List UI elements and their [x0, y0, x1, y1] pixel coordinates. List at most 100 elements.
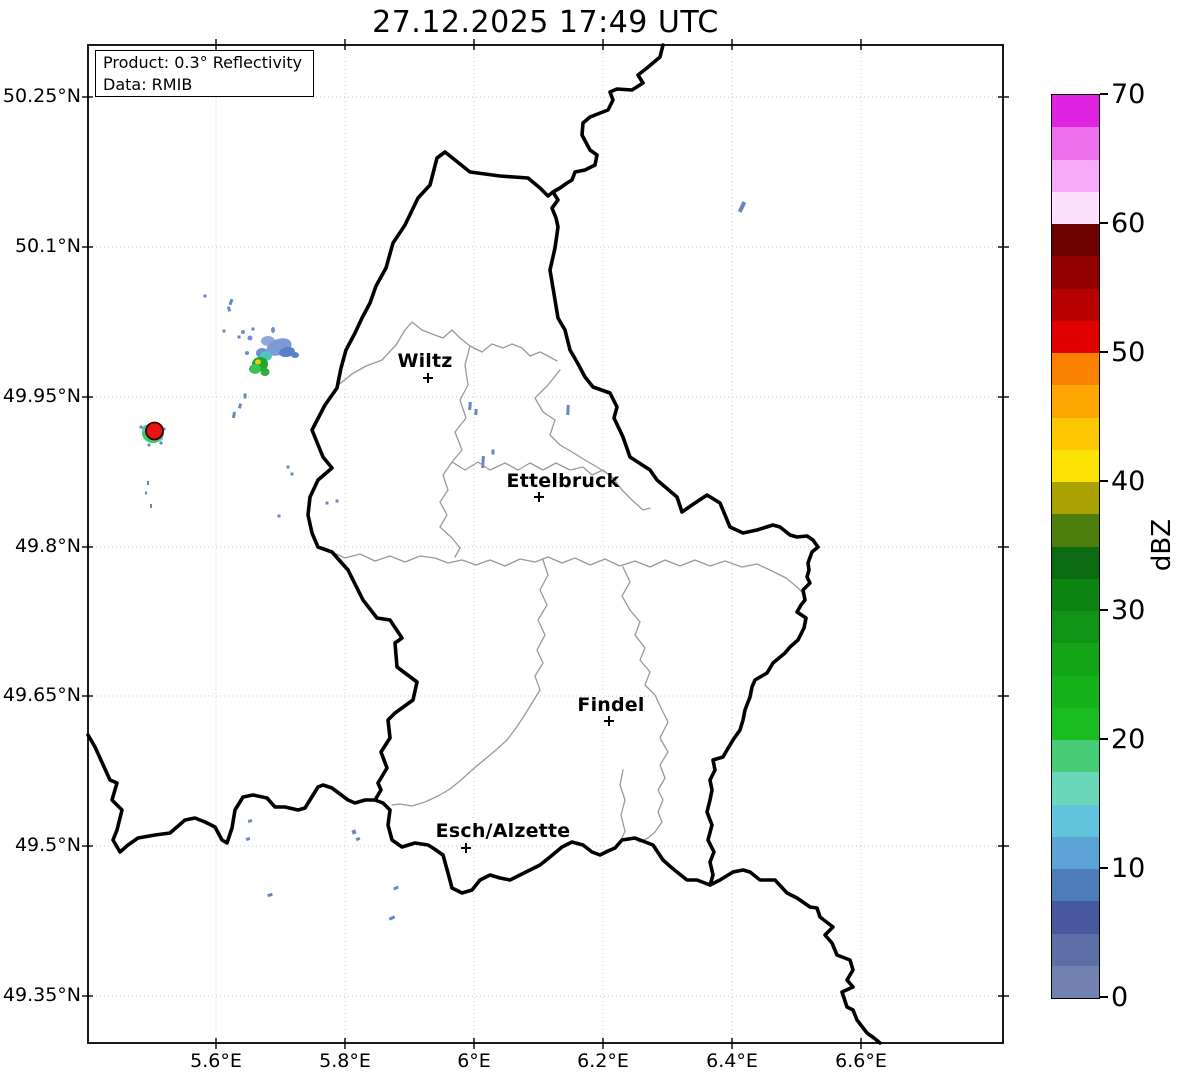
- colorbar-band: [1052, 933, 1099, 966]
- colorbar-band: [1052, 191, 1099, 224]
- data-source-line: Data: RMIB: [103, 75, 193, 95]
- radar-echo-speck: [290, 472, 294, 476]
- colorbar-tick: [1100, 996, 1108, 998]
- product-info-box: Product: 0.3° Reflectivity Data: RMIB: [95, 50, 314, 97]
- colorbar-unit-label: dBZ: [1147, 518, 1177, 572]
- lat-tick-label: 49.5°N: [14, 834, 81, 856]
- radar-echo-speck: [286, 465, 290, 469]
- radar-echo-speck: [145, 491, 147, 495]
- radar-echo-speck: [237, 403, 243, 409]
- colorbar-band: [1052, 965, 1099, 998]
- district-border: [331, 551, 804, 594]
- radar-echo-speck: [243, 393, 247, 399]
- colorbar-band: [1052, 675, 1099, 708]
- radar-echo-speck: [251, 327, 255, 331]
- colorbar-band: [1052, 159, 1099, 192]
- radar-echo-speck: [226, 306, 232, 312]
- radar-echo-cell: [241, 330, 245, 334]
- colorbar-band: [1052, 611, 1099, 644]
- lon-tick-label: 6°E: [457, 1050, 491, 1072]
- colorbar-band: [1052, 482, 1099, 515]
- radar-figure: 27.12.2025 17:49 UTC Product: 0.3° Refle…: [0, 0, 1184, 1081]
- radar-echo-cell: [291, 352, 299, 358]
- radar-echo-cell: [245, 351, 249, 355]
- lon-tick-label: 6.6°E: [835, 1050, 887, 1072]
- colorbar-tick: [1100, 609, 1108, 611]
- city-label: Wiltz: [397, 350, 453, 372]
- colorbar-tick: [1100, 351, 1108, 353]
- colorbar-band: [1052, 95, 1099, 128]
- district-border: [439, 345, 471, 558]
- radar-echo-speck: [147, 481, 149, 485]
- colorbar-band: [1052, 353, 1099, 386]
- radar-echo-speck: [247, 819, 253, 823]
- colorbar-band: [1052, 772, 1099, 805]
- lat-tick-label: 50.25°N: [2, 85, 81, 107]
- radar-site-speckle: [159, 441, 163, 445]
- radar-echo-speck: [566, 404, 570, 416]
- colorbar-band: [1052, 546, 1099, 579]
- colorbar-tick: [1100, 222, 1108, 224]
- colorbar-band: [1052, 417, 1099, 450]
- radar-echo-speck: [228, 298, 234, 306]
- colorbar-tick: [1100, 738, 1108, 740]
- lon-tick-label: 5.8°E: [319, 1050, 371, 1072]
- radar-echo-cell: [247, 335, 253, 341]
- colorbar-band: [1052, 449, 1099, 482]
- border-france-germany: [708, 868, 882, 1045]
- colorbar-band: [1052, 320, 1099, 353]
- radar-echo-speck: [150, 504, 152, 508]
- colorbar-tick-label: 30: [1111, 595, 1146, 626]
- colorbar-band: [1052, 643, 1099, 676]
- radar-echo-speck: [203, 294, 207, 298]
- city-label: Ettelbruck: [506, 470, 620, 492]
- colorbar-tick: [1100, 480, 1108, 482]
- radar-echo-speck: [393, 885, 399, 891]
- lat-tick-label: 49.8°N: [14, 535, 81, 557]
- radar-echo-speck: [491, 449, 495, 455]
- city-label: Esch/Alzette: [435, 820, 571, 842]
- colorbar-band: [1052, 578, 1099, 611]
- radar-echo-speck: [237, 335, 241, 339]
- lon-tick-label: 6.2°E: [577, 1050, 629, 1072]
- radar-echo-speck: [245, 837, 251, 841]
- radar-echo-cell: [271, 327, 275, 333]
- map-canvas: [82, 39, 1009, 1049]
- colorbar-band: [1052, 385, 1099, 418]
- colorbar-tick: [1100, 93, 1108, 95]
- colorbar-tick-label: 60: [1111, 208, 1146, 239]
- colorbar-band: [1052, 256, 1099, 289]
- colorbar-band: [1052, 740, 1099, 773]
- colorbar-band: [1052, 288, 1099, 321]
- radar-echo-speck: [335, 499, 339, 503]
- radar-echo-speck: [351, 829, 357, 835]
- lat-tick-label: 49.95°N: [2, 385, 81, 407]
- colorbar-band: [1052, 836, 1099, 869]
- colorbar-band: [1052, 869, 1099, 902]
- radar-echo-speck: [222, 329, 226, 333]
- radar-echo-speck: [277, 514, 281, 518]
- radar-echo-cell: [249, 364, 261, 374]
- lat-tick-label: 49.65°N: [2, 684, 81, 706]
- colorbar-band: [1052, 224, 1099, 257]
- radar-echo-speck: [388, 915, 396, 921]
- colorbar-tick-label: 70: [1111, 79, 1146, 110]
- district-border: [619, 769, 626, 839]
- lat-tick-label: 49.35°N: [2, 984, 81, 1006]
- radar-site-speckle: [147, 443, 151, 447]
- radar-site-red-dot: [145, 421, 164, 441]
- radar-echo-speck: [468, 401, 472, 411]
- lon-tick-label: 6.4°E: [706, 1050, 758, 1072]
- colorbar-tick-label: 0: [1111, 982, 1129, 1013]
- colorbar-band: [1052, 127, 1099, 160]
- radar-echo-speck: [355, 836, 361, 842]
- radar-echo-speck: [325, 501, 329, 505]
- colorbar-band: [1052, 514, 1099, 547]
- colorbar-tick-label: 10: [1111, 853, 1146, 884]
- border-luxembourg: [306, 150, 820, 895]
- radar-echo-speck: [737, 201, 747, 213]
- product-line: Product: 0.3° Reflectivity: [103, 53, 303, 72]
- border-france-belgium: [86, 733, 377, 854]
- radar-echo-cell: [260, 368, 270, 376]
- colorbar-tick-label: 20: [1111, 724, 1146, 755]
